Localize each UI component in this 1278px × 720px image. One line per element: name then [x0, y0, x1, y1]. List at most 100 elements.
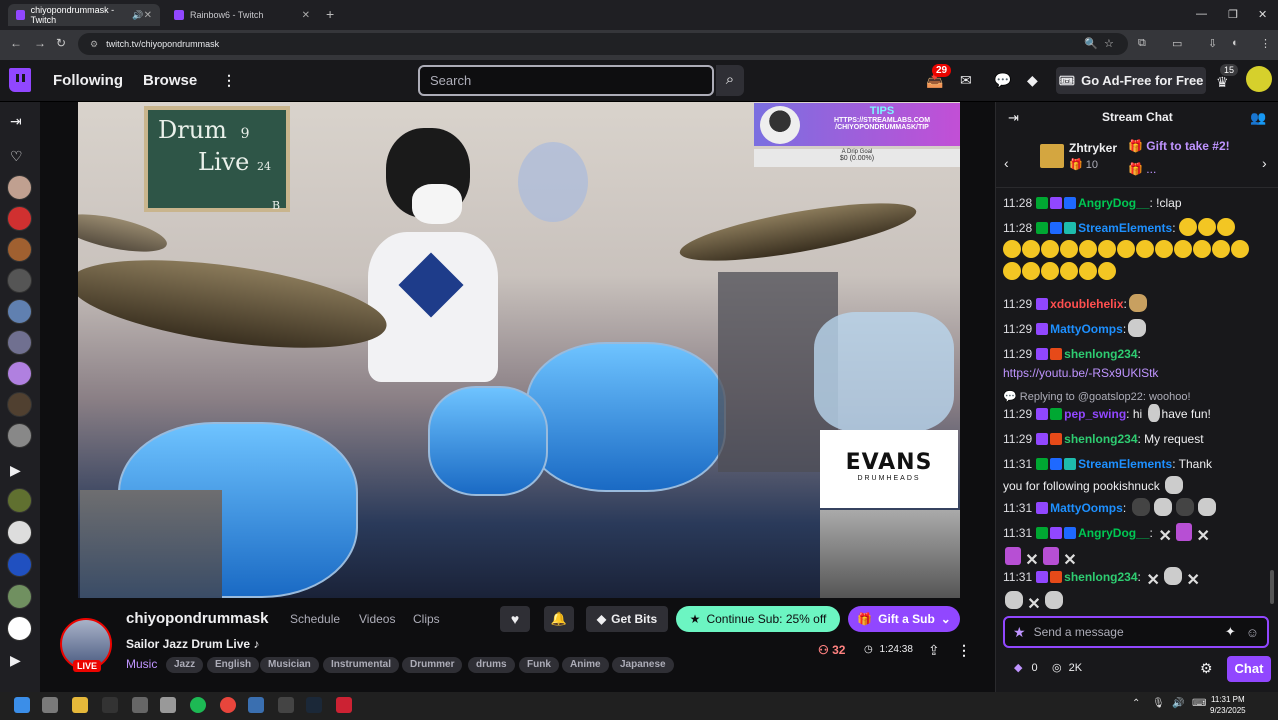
user-avatar[interactable]	[1246, 66, 1272, 92]
address-bar[interactable]: ⚙ twitch.tv/chiyopondrummask	[78, 33, 1128, 55]
continue-sub-button[interactable]: ★ Continue Sub: 25% off	[676, 606, 840, 632]
send-message-input[interactable]: ★ Send a message ✦ ☺	[1003, 616, 1269, 648]
windows-start-icon[interactable]	[14, 697, 30, 713]
bits-balance[interactable]: ◆ 0	[1014, 661, 1038, 674]
followed-channel-avatar[interactable]	[7, 237, 32, 262]
chevron-right-icon[interactable]: ›	[1262, 155, 1267, 171]
extensions-icon[interactable]: ⧉	[1138, 37, 1146, 50]
youtube-link[interactable]: https://youtu.be/-RSx9UKlStk	[1003, 366, 1158, 380]
app-icon[interactable]	[278, 697, 294, 713]
gift-sub-button[interactable]: 🎁 Gift a Sub ⌄	[848, 606, 960, 632]
chat-username[interactable]: AngryDog__	[1078, 526, 1149, 540]
following-link[interactable]: Following	[53, 72, 123, 89]
reload-icon[interactable]: ↻	[56, 36, 66, 50]
schedule-link[interactable]: Schedule	[290, 612, 340, 626]
twitch-logo-icon[interactable]	[9, 68, 31, 92]
new-tab-icon[interactable]: +	[326, 6, 334, 22]
expand-sidebar-icon[interactable]: ⇥	[10, 113, 22, 130]
followed-channel-avatar[interactable]	[7, 423, 32, 448]
chat-username[interactable]: shenlong234	[1064, 570, 1137, 584]
file-explorer-icon[interactable]	[72, 697, 88, 713]
task-view-icon[interactable]	[42, 697, 58, 713]
followed-channel-avatar[interactable]	[7, 330, 32, 355]
category-link[interactable]: Music	[126, 657, 157, 671]
followed-channel-avatar[interactable]	[7, 175, 32, 200]
tray-chevron-icon[interactable]: ⌃	[1132, 698, 1140, 709]
video-camera-icon[interactable]: ▶	[10, 462, 21, 479]
downloads-icon[interactable]: ⇩	[1208, 37, 1217, 50]
collapse-chat-icon[interactable]: ⇥	[1008, 110, 1019, 126]
heart-icon[interactable]: ♡	[10, 148, 23, 165]
profile-icon[interactable]: ◐	[1232, 37, 1239, 49]
gift-cta[interactable]: 🎁 Gift to take #2!	[1128, 139, 1230, 153]
tag[interactable]: Drummer	[402, 657, 463, 673]
zoom-icon[interactable]: 🔍	[1084, 37, 1098, 50]
chat-username[interactable]: xdoublehelix	[1050, 297, 1123, 311]
followed-channel-avatar[interactable]	[7, 206, 32, 231]
forward-icon[interactable]: →	[34, 36, 46, 50]
whispers-icon[interactable]: 💬	[994, 72, 1011, 89]
tag[interactable]: Funk	[519, 657, 559, 673]
chat-username[interactable]: MattyOomps	[1050, 322, 1123, 336]
app-icon[interactable]	[132, 697, 148, 713]
recommended-channel-avatar[interactable]	[7, 552, 32, 577]
back-icon[interactable]: ←	[10, 36, 22, 50]
top-gifter-name[interactable]: Zhtryker	[1069, 141, 1117, 155]
chat-scrollbar[interactable]	[1270, 570, 1274, 604]
video-player[interactable]: Drum 9 Live 24 B TIPS HTTPS://STREAMLABS…	[78, 102, 960, 598]
chevron-left-icon[interactable]: ‹	[1004, 155, 1009, 171]
chat-username[interactable]: shenlong234	[1064, 432, 1137, 446]
emote-picker-icon[interactable]: ☺	[1246, 625, 1259, 640]
network-icon[interactable]: ⌨	[1192, 698, 1206, 709]
chat-username[interactable]: shenlong234	[1064, 347, 1137, 361]
close-tab-icon[interactable]: ✕	[302, 10, 310, 21]
chat-username[interactable]: MattyOomps	[1050, 501, 1123, 515]
search-input[interactable]: Search	[418, 65, 714, 96]
chat-settings-icon[interactable]: ⚙	[1200, 660, 1213, 677]
mail-icon[interactable]: ✉	[960, 72, 972, 89]
channel-name[interactable]: chiyopondrummask	[126, 610, 269, 627]
share-icon[interactable]: ⇪	[928, 642, 940, 659]
steam-icon[interactable]	[306, 697, 322, 713]
browse-link[interactable]: Browse	[143, 72, 197, 89]
browser-tab-active[interactable]: chiyopondrummask - Twitch 🔊 ✕	[8, 4, 160, 26]
prime-crown-icon[interactable]: ♛	[1216, 74, 1229, 91]
tag[interactable]: drums	[468, 657, 515, 673]
bits-icon[interactable]: ◆	[1027, 72, 1038, 89]
menu-dots-icon[interactable]: ⋮	[1260, 37, 1271, 50]
spotify-icon[interactable]	[190, 697, 206, 713]
recommended-channel-avatar[interactable]	[7, 616, 32, 641]
followed-channel-avatar[interactable]	[7, 299, 32, 324]
close-tab-icon[interactable]: ✕	[144, 10, 152, 21]
search-icon[interactable]: ⌕	[716, 65, 744, 96]
more-dots-icon[interactable]: ⋮	[222, 72, 236, 89]
app-icon[interactable]	[160, 697, 176, 713]
get-bits-button[interactable]: ◆ Get Bits	[586, 606, 668, 632]
more-options-icon[interactable]: ⋮	[957, 642, 971, 659]
tag[interactable]: Japanese	[612, 657, 674, 673]
app-icon[interactable]	[102, 697, 118, 713]
chat-username[interactable]: pep_swing	[1064, 407, 1126, 421]
bookmark-star-icon[interactable]: ☆	[1104, 37, 1114, 50]
video-camera-icon[interactable]: ▶	[10, 652, 21, 669]
browser-tab[interactable]: Rainbow6 - Twitch ✕	[166, 4, 318, 26]
notification-bell-icon[interactable]: 🔔	[544, 606, 574, 632]
chat-username[interactable]: AngryDog__	[1078, 196, 1149, 210]
app-icon[interactable]	[248, 697, 264, 713]
speaker-icon[interactable]: 🔊	[132, 10, 143, 21]
taskbar-clock[interactable]: 11:31 PM 9/23/2025	[1210, 694, 1246, 716]
tag[interactable]: Musician	[260, 657, 319, 673]
maximize-icon[interactable]: ❐	[1228, 8, 1238, 21]
follow-heart-icon[interactable]: ♥	[500, 606, 530, 632]
channel-points[interactable]: ◎ 2K	[1052, 661, 1082, 674]
chrome-icon[interactable]	[220, 697, 236, 713]
tag[interactable]: Anime	[562, 657, 609, 673]
chat-username[interactable]: StreamElements	[1078, 457, 1172, 471]
chat-username[interactable]: StreamElements	[1078, 221, 1172, 235]
videos-link[interactable]: Videos	[359, 612, 395, 626]
minimize-icon[interactable]: —	[1196, 8, 1207, 20]
followed-channel-avatar[interactable]	[7, 361, 32, 386]
close-window-icon[interactable]: ✕	[1258, 8, 1267, 21]
tag[interactable]: English	[207, 657, 260, 673]
clips-link[interactable]: Clips	[413, 612, 440, 626]
